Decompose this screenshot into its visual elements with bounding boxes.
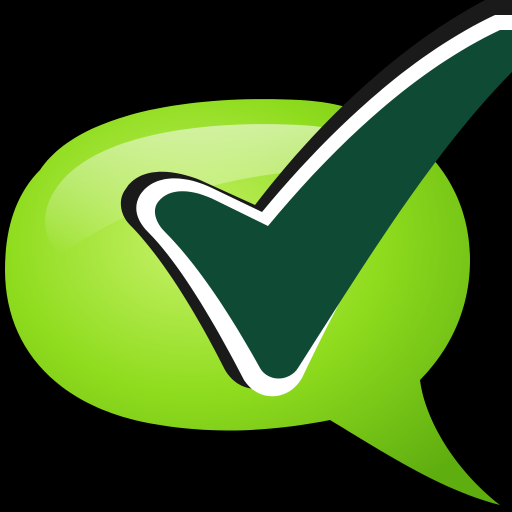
app-icon [0, 0, 512, 512]
chat-bubble-checkmark-icon [5, 0, 512, 505]
